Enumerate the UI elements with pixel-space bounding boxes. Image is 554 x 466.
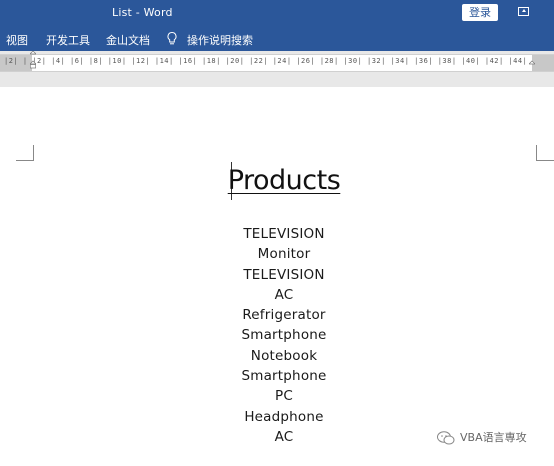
tab-developer[interactable]: 开发工具 — [46, 32, 90, 48]
watermark-text: VBA语言専攻 — [460, 431, 527, 444]
document-page[interactable]: Products TELEVISION Monitor TELEVISION A… — [0, 87, 554, 466]
document-title[interactable]: Products — [0, 165, 554, 196]
window-title: List - Word — [112, 6, 173, 19]
ribbon-tabs: 视图 开发工具 金山文档 操作说明搜索 — [0, 27, 554, 51]
horizontal-ruler[interactable]: |2| | |2| |4| |6| |8| |10| |12| |14| |16… — [0, 54, 554, 72]
page-corner-mark — [16, 145, 34, 161]
ruler-area: |2| | |2| |4| |6| |8| |10| |12| |14| |16… — [0, 51, 554, 87]
list-item[interactable]: Monitor — [0, 244, 554, 264]
wechat-icon — [437, 431, 455, 445]
login-button[interactable]: 登录 — [462, 4, 498, 21]
ruler-right-margin — [532, 55, 554, 71]
watermark: VBA语言専攻 — [436, 427, 554, 449]
list-item[interactable]: TELEVISION — [0, 224, 554, 244]
lightbulb-icon — [167, 31, 177, 45]
document-title-text: Products — [227, 165, 341, 196]
list-item[interactable]: TELEVISION — [0, 265, 554, 285]
tell-me-search[interactable]: 操作说明搜索 — [187, 32, 253, 48]
right-indent-marker-icon[interactable] — [529, 51, 535, 69]
left-indent-marker-icon[interactable] — [30, 51, 36, 69]
list-item[interactable]: PC — [0, 386, 554, 406]
tab-kingsoft-docs[interactable]: 金山文档 — [106, 32, 150, 48]
list-item[interactable]: AC — [0, 285, 554, 305]
ruler-labels: |2| | |2| |4| |6| |8| |10| |12| |14| |16… — [4, 57, 528, 65]
ribbon-display-options-icon[interactable] — [518, 7, 529, 16]
list-item[interactable]: Headphone — [0, 407, 554, 427]
list-item[interactable]: Notebook — [0, 346, 554, 366]
list-item[interactable]: Refrigerator — [0, 305, 554, 325]
title-bar: List - Word 登录 — [0, 0, 554, 27]
product-list: TELEVISION Monitor TELEVISION AC Refrige… — [0, 224, 554, 447]
list-item[interactable]: Smartphone — [0, 366, 554, 386]
tab-view[interactable]: 视图 — [6, 32, 28, 48]
page-corner-mark — [536, 145, 554, 161]
list-item[interactable]: Smartphone — [0, 325, 554, 345]
